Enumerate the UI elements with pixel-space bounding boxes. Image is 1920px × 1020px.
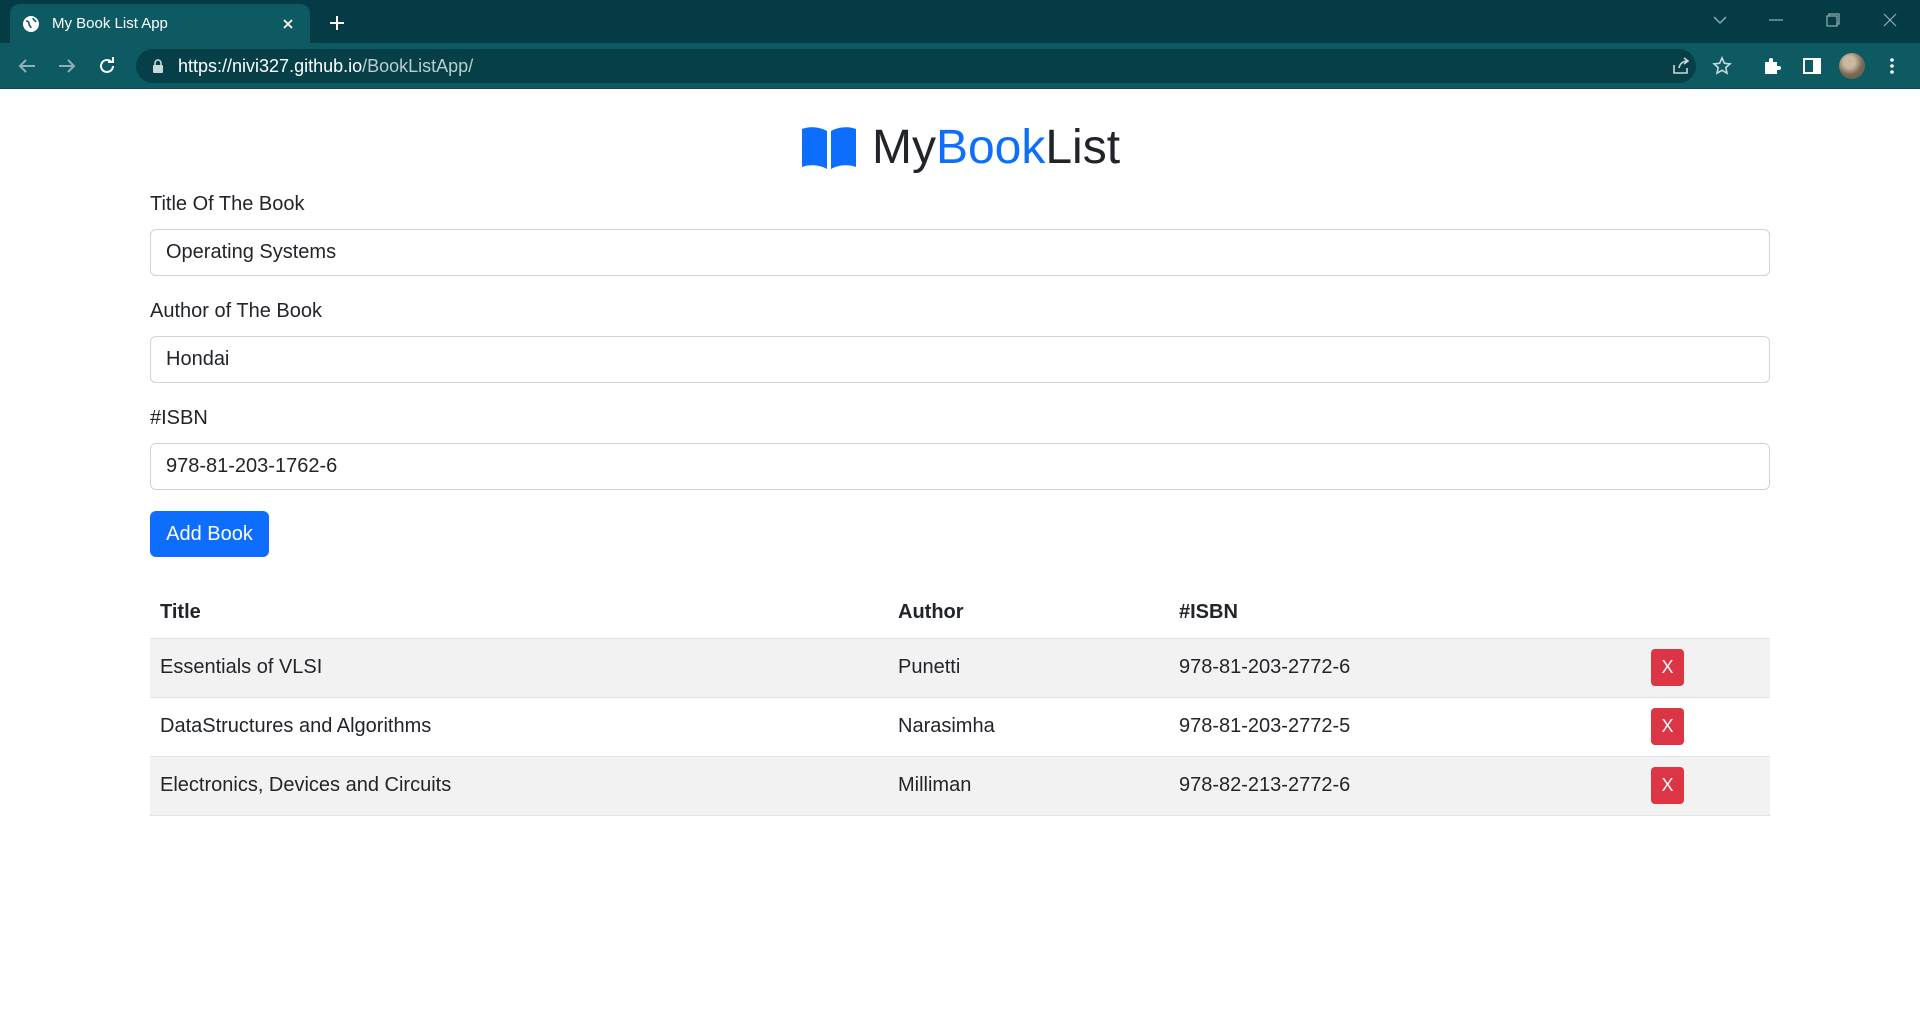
header-actions (1641, 587, 1770, 639)
brand-prefix: My (871, 121, 936, 174)
cell-title: DataStructures and Algorithms (150, 697, 888, 757)
cell-author: Narasimha (888, 697, 1169, 757)
browser-tab-strip: My Book List App (0, 0, 1920, 43)
back-arrow-icon[interactable] (12, 51, 42, 81)
open-book-icon (800, 124, 858, 172)
table-header-row: Title Author #ISBN (150, 587, 1770, 639)
author-input[interactable]: Hondai (150, 336, 1770, 383)
cell-title: Electronics, Devices and Circuits (150, 756, 888, 816)
lock-icon (150, 58, 166, 74)
browser-toolbar: https://nivi327.github.io/BookListApp/ (0, 43, 1920, 89)
extensions-puzzle-icon[interactable] (1757, 51, 1787, 81)
more-menu-icon[interactable] (1877, 51, 1907, 81)
restore-icon[interactable] (1807, 0, 1859, 40)
url-text: https://nivi327.github.io/BookListApp/ (178, 56, 473, 77)
close-window-icon[interactable] (1864, 0, 1916, 40)
forward-arrow-icon[interactable] (52, 51, 82, 81)
title-input[interactable]: Operating Systems (150, 229, 1770, 276)
cell-author: Milliman (888, 756, 1169, 816)
cell-actions: X (1641, 697, 1770, 757)
header-author: Author (888, 587, 1169, 639)
reload-icon[interactable] (92, 51, 122, 81)
cell-isbn: 978-81-203-2772-5 (1169, 697, 1641, 757)
title-label: Title Of The Book (150, 193, 305, 215)
cell-title: Essentials of VLSI (150, 638, 888, 698)
profile-avatar[interactable] (1839, 53, 1865, 79)
url-host: https://nivi327.github.io (178, 55, 363, 76)
url-path: /BookListApp/ (362, 55, 474, 76)
author-label: Author of The Book (150, 300, 322, 322)
table-row: DataStructures and Algorithms Narasimha … (150, 697, 1770, 757)
isbn-input[interactable]: 978-81-203-1762-6 (150, 443, 1770, 490)
tab-search-icon[interactable] (1694, 0, 1746, 40)
brand-accent: Book (935, 121, 1046, 174)
table-row: Essentials of VLSI Punetti 978-81-203-27… (150, 638, 1770, 698)
globe-icon (22, 15, 40, 33)
cell-actions: X (1641, 756, 1770, 816)
cell-author: Punetti (888, 638, 1169, 698)
page-title: My Book List (150, 120, 1770, 175)
bookmark-star-icon[interactable] (1710, 54, 1734, 78)
header-isbn: #ISBN (1169, 587, 1641, 639)
close-tab-icon[interactable] (278, 14, 298, 34)
delete-book-button[interactable]: X (1651, 649, 1684, 686)
browser-tab[interactable]: My Book List App (10, 4, 310, 43)
new-tab-icon[interactable] (322, 8, 352, 38)
cell-isbn: 978-82-213-2772-6 (1169, 756, 1641, 816)
side-panel-icon[interactable] (1797, 51, 1827, 81)
delete-book-button[interactable]: X (1651, 767, 1684, 804)
brand-suffix: List (1045, 121, 1121, 174)
cell-isbn: 978-81-203-2772-6 (1169, 638, 1641, 698)
add-book-button[interactable]: Add Book (150, 511, 269, 557)
minimize-icon[interactable] (1750, 0, 1802, 40)
table-row: Electronics, Devices and Circuits Millim… (150, 756, 1770, 816)
page-content: My Book List Title Of The Book Operating S… (0, 90, 1920, 1020)
isbn-label: #ISBN (150, 407, 208, 429)
share-icon[interactable] (1669, 54, 1693, 78)
delete-book-button[interactable]: X (1651, 708, 1684, 745)
book-list-table: Title Author #ISBN Essentials of VLSI Pu… (150, 587, 1770, 816)
cell-actions: X (1641, 638, 1770, 698)
header-title: Title (150, 587, 888, 639)
address-bar[interactable]: https://nivi327.github.io/BookListApp/ (136, 49, 1732, 83)
tab-title: My Book List App (52, 15, 168, 32)
